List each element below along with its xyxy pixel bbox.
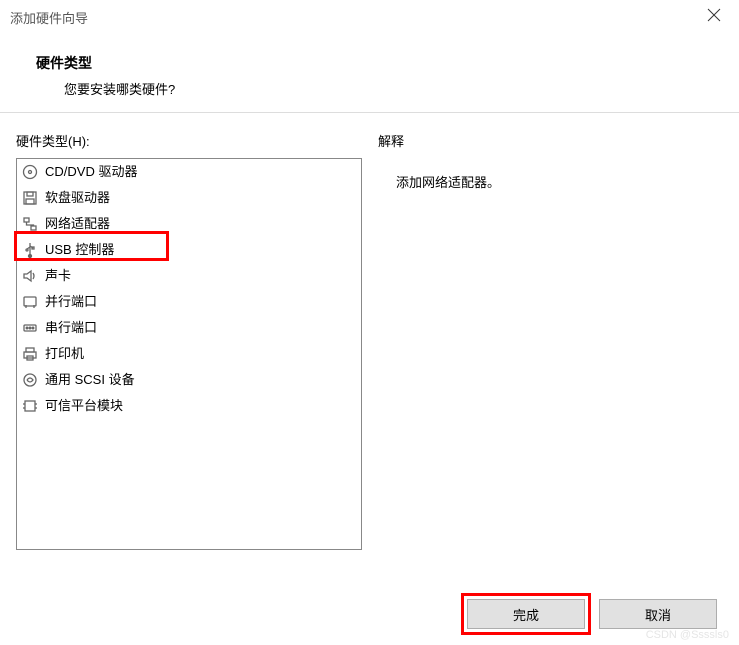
list-item-sound[interactable]: 声卡 — [17, 263, 361, 289]
wizard-header: 硬件类型 您要安装哪类硬件? — [0, 35, 739, 112]
content-area: 硬件类型(H): CD/DVD 驱动器 软盘驱动器 网络适配器 USB 控制器 … — [0, 113, 739, 550]
explanation-label: 解释 — [378, 131, 723, 150]
list-item-label: 网络适配器 — [45, 213, 110, 235]
parallel-port-icon — [21, 293, 39, 311]
floppy-icon — [21, 189, 39, 207]
titlebar: 添加硬件向导 — [0, 0, 739, 35]
hardware-type-section: 硬件类型(H): CD/DVD 驱动器 软盘驱动器 网络适配器 USB 控制器 … — [16, 131, 362, 550]
list-item-label: 打印机 — [45, 343, 84, 365]
list-item-floppy[interactable]: 软盘驱动器 — [17, 185, 361, 211]
window-title: 添加硬件向导 — [10, 8, 88, 27]
disc-icon — [21, 163, 39, 181]
sound-icon — [21, 267, 39, 285]
watermark: CSDN @Ssssls0 — [646, 629, 729, 641]
usb-icon — [21, 241, 39, 259]
printer-icon — [21, 345, 39, 363]
hardware-type-list[interactable]: CD/DVD 驱动器 软盘驱动器 网络适配器 USB 控制器 声卡 并行端口 — [16, 158, 362, 550]
list-item-scsi[interactable]: 通用 SCSI 设备 — [17, 367, 361, 393]
tpm-icon — [21, 397, 39, 415]
header-heading: 硬件类型 — [36, 53, 739, 73]
explanation-text: 添加网络适配器。 — [378, 158, 723, 550]
close-button[interactable] — [703, 8, 725, 27]
list-item-network[interactable]: 网络适配器 — [17, 211, 361, 237]
close-icon — [707, 8, 721, 22]
button-row: 完成 取消 — [467, 599, 717, 629]
hardware-type-label: 硬件类型(H): — [16, 131, 362, 150]
list-item-label: 并行端口 — [45, 291, 97, 313]
list-item-serial[interactable]: 串行端口 — [17, 315, 361, 341]
network-icon — [21, 215, 39, 233]
list-item-label: 声卡 — [45, 265, 71, 287]
list-item-cddvd[interactable]: CD/DVD 驱动器 — [17, 159, 361, 185]
list-item-label: 通用 SCSI 设备 — [45, 369, 135, 391]
list-item-usb[interactable]: USB 控制器 — [17, 237, 361, 263]
list-item-label: CD/DVD 驱动器 — [45, 161, 137, 183]
list-item-tpm[interactable]: 可信平台模块 — [17, 393, 361, 419]
serial-port-icon — [21, 319, 39, 337]
list-item-parallel[interactable]: 并行端口 — [17, 289, 361, 315]
explanation-section: 解释 添加网络适配器。 — [378, 131, 723, 550]
finish-button[interactable]: 完成 — [467, 599, 585, 629]
scsi-icon — [21, 371, 39, 389]
list-item-label: 软盘驱动器 — [45, 187, 110, 209]
list-item-printer[interactable]: 打印机 — [17, 341, 361, 367]
header-subheading: 您要安装哪类硬件? — [36, 79, 739, 98]
list-item-label: 串行端口 — [45, 317, 97, 339]
list-item-label: 可信平台模块 — [45, 395, 123, 417]
cancel-button[interactable]: 取消 — [599, 599, 717, 629]
list-item-label: USB 控制器 — [45, 239, 114, 261]
